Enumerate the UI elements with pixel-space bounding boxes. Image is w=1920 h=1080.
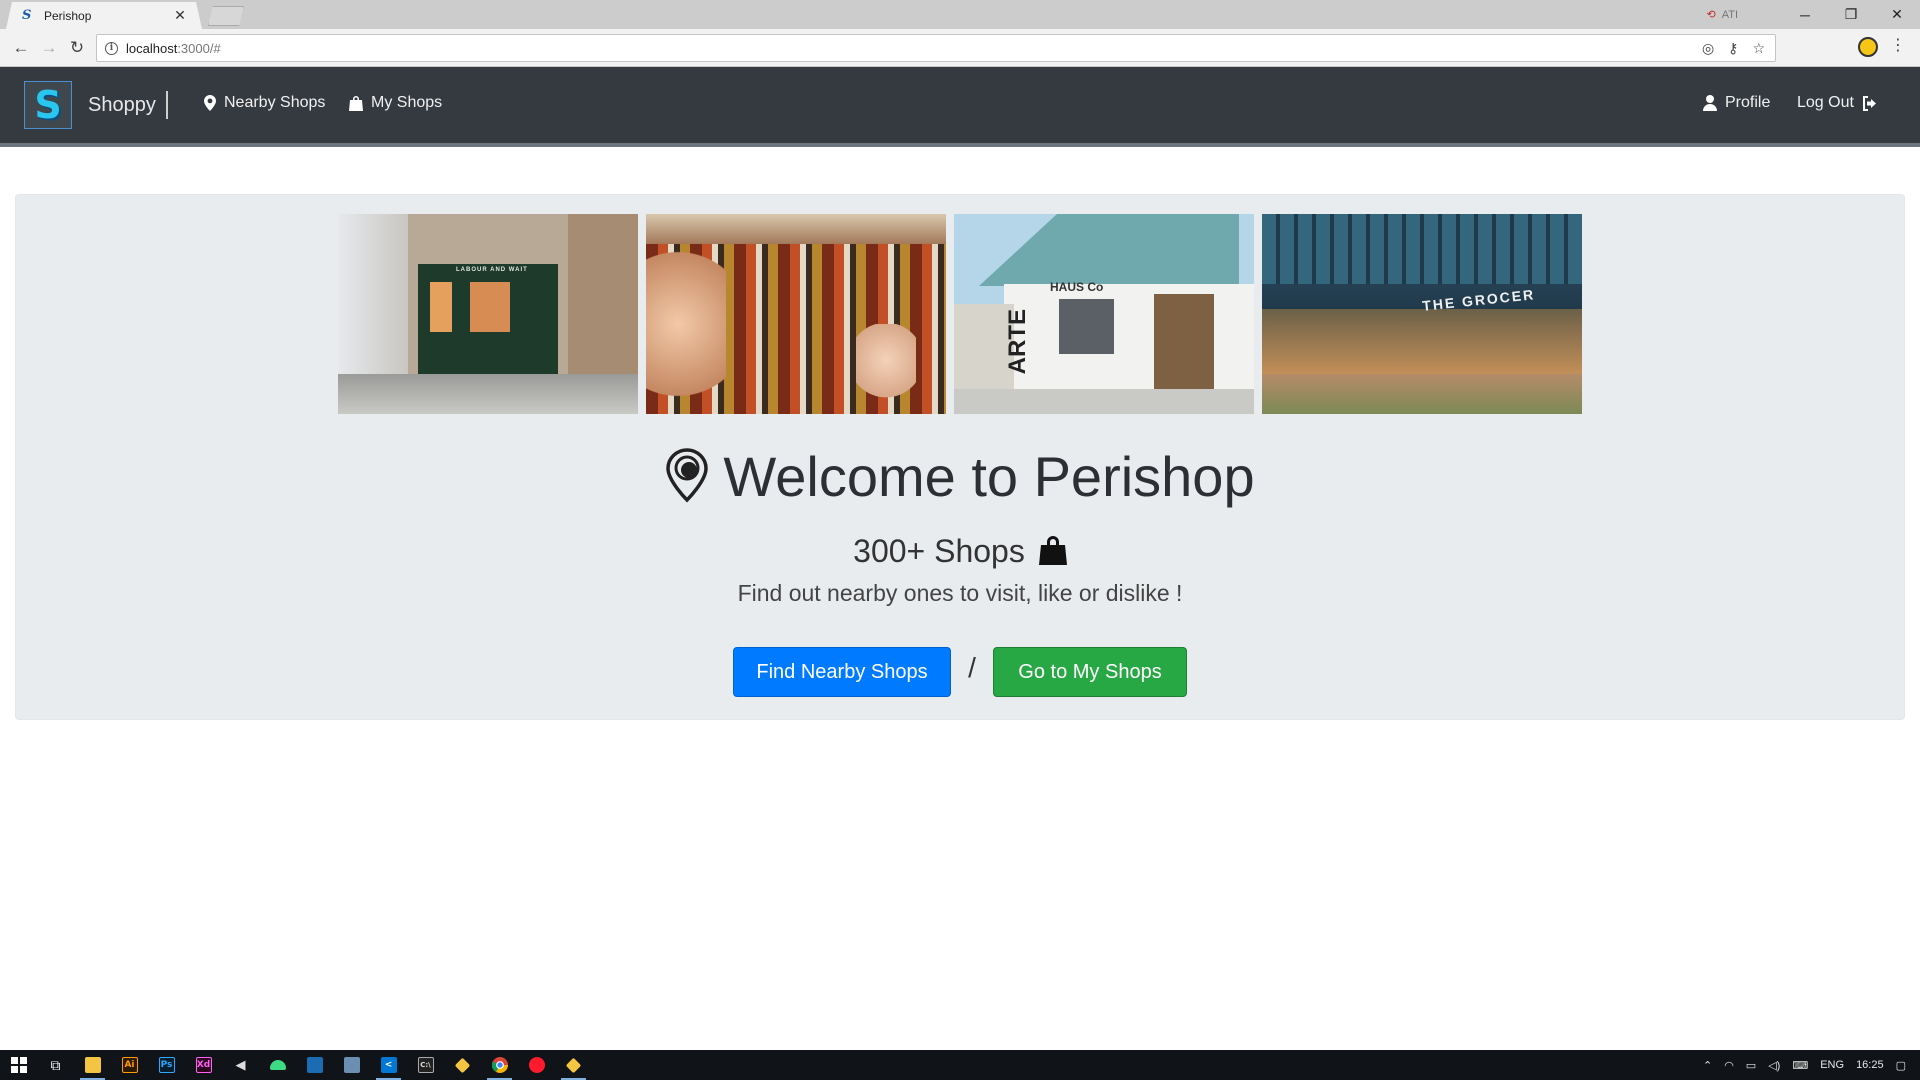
brand-name[interactable]: Shoppy — [88, 94, 156, 117]
language-indicator[interactable]: ENG — [1820, 1059, 1844, 1071]
location-target-icon[interactable]: ◎ — [1702, 40, 1714, 57]
opera-icon[interactable] — [518, 1050, 555, 1080]
map-pin-eye-icon — [666, 448, 709, 503]
battery-icon[interactable]: ▭ — [1746, 1059, 1756, 1072]
vscode-icon[interactable]: < — [370, 1050, 407, 1080]
winamp-icon[interactable]: ◀ — [222, 1050, 259, 1080]
windows-taskbar: ⧉ Ai Ps Xd ◀ < C:\ ⌃ ◠ ▭ ◁) ⌨ ENG 16:25 … — [0, 1050, 1920, 1080]
nav-link-profile[interactable]: Profile — [1703, 94, 1770, 112]
find-nearby-shops-button[interactable]: Find Nearby Shops — [733, 647, 951, 697]
sign-text: HAUS Co — [1050, 280, 1104, 294]
browser-menu-icon[interactable]: ⋮ — [1890, 35, 1906, 55]
sign-out-icon — [1862, 95, 1876, 111]
wifi-icon[interactable]: ◠ — [1724, 1059, 1734, 1072]
notifications-icon[interactable]: ▢ — [1896, 1059, 1906, 1072]
volume-icon[interactable]: ◁) — [1768, 1059, 1780, 1072]
shopping-bag-icon — [1038, 535, 1067, 565]
ati-extension-icon[interactable]: ⟲ ATI — [1706, 8, 1738, 22]
window-controls: ⟲ ATI ─ ❐ ✕ — [1706, 0, 1920, 29]
shop-photo-haus-co: HAUS Co ARTE — [954, 214, 1254, 414]
restore-icon[interactable]: ❐ — [1828, 6, 1874, 23]
system-tray: ⌃ ◠ ▭ ◁) ⌨ ENG 16:25 ▢ — [1703, 1050, 1920, 1080]
brand-logo[interactable]: S — [24, 81, 72, 129]
tray-overflow-icon[interactable]: ⌃ — [1703, 1059, 1712, 1072]
url-host: localhost — [126, 40, 178, 56]
new-tab-button[interactable] — [208, 6, 244, 26]
brand-divider — [166, 91, 168, 119]
android-studio-icon[interactable] — [259, 1050, 296, 1080]
shop-photo-clothes-rack — [646, 214, 946, 414]
xd-icon[interactable]: Xd — [185, 1050, 222, 1080]
shopping-bag-icon — [349, 96, 363, 111]
go-to-my-shops-button[interactable]: Go to My Shops — [993, 647, 1187, 697]
sourcetree-icon[interactable] — [555, 1050, 592, 1080]
back-arrow-icon[interactable]: ← — [10, 37, 32, 59]
git-kraken-icon[interactable] — [444, 1050, 481, 1080]
hero-subtitle: 300+ Shops — [0, 533, 1920, 570]
bookmark-star-icon[interactable]: ☆ — [1752, 40, 1765, 57]
forward-arrow-icon[interactable]: → — [38, 37, 60, 59]
nav-link-my-shops[interactable]: My Shops — [349, 94, 442, 112]
favicon-icon: S — [22, 7, 32, 23]
key-icon[interactable]: ⚷ — [1728, 40, 1738, 57]
tab-close-icon[interactable]: ✕ — [170, 7, 190, 24]
shop-photo-labour-and-wait: LABOUR AND WAIT — [338, 214, 638, 414]
reload-icon[interactable]: ↻ — [66, 37, 88, 59]
tab-title: Perishop — [44, 8, 92, 23]
nav-link-logout[interactable]: Log Out — [1797, 94, 1878, 112]
sign-text: ARTE — [1004, 309, 1031, 375]
keyboard-icon[interactable]: ⌨ — [1792, 1059, 1808, 1072]
task-view-icon[interactable]: ⧉ — [37, 1050, 74, 1080]
clock[interactable]: 16:25 — [1856, 1059, 1884, 1071]
map-marker-icon — [204, 95, 216, 111]
photoshop-icon[interactable]: Ps — [148, 1050, 185, 1080]
user-icon — [1703, 95, 1717, 111]
nav-link-nearby-shops[interactable]: Nearby Shops — [204, 94, 325, 112]
file-explorer-icon[interactable] — [74, 1050, 111, 1080]
sign-text: LABOUR AND WAIT — [456, 267, 528, 273]
browser-tab-strip: S Perishop ✕ ⟲ ATI ─ ❐ ✕ — [0, 0, 1920, 29]
browser-toolbar: ← → ↻ i localhost:3000/# ◎ ⚷ ☆ ⋮ — [0, 29, 1920, 67]
button-separator: / — [968, 652, 976, 683]
browser-tab-active[interactable]: S Perishop ✕ — [6, 2, 202, 29]
minimize-icon[interactable]: ─ — [1782, 7, 1828, 23]
hero-description: Find out nearby ones to visit, like or d… — [737, 580, 1183, 606]
info-icon[interactable]: i — [105, 41, 118, 55]
chrome-icon[interactable] — [481, 1050, 518, 1080]
network-icon[interactable] — [333, 1050, 370, 1080]
app-navbar: S Shoppy Nearby Shops My Shops Profile L… — [0, 67, 1920, 147]
address-bar[interactable]: i localhost:3000/# ◎ ⚷ ☆ — [96, 34, 1776, 62]
window-close-icon[interactable]: ✕ — [1874, 6, 1920, 23]
illustrator-icon[interactable]: Ai — [111, 1050, 148, 1080]
cmd-icon[interactable]: C:\ — [407, 1050, 444, 1080]
extension-avatar-icon[interactable] — [1858, 37, 1878, 57]
shop-photo-the-grocer: THE GROCER — [1262, 214, 1582, 414]
hero-title: Welcome to Perishop — [0, 444, 1920, 509]
windows-start-icon[interactable] — [0, 1050, 37, 1080]
url-path: :3000/# — [177, 40, 221, 56]
virtualbox-icon[interactable] — [296, 1050, 333, 1080]
shop-photo-gallery: LABOUR AND WAIT HAUS Co ARTE THE GROCER — [338, 214, 1582, 414]
